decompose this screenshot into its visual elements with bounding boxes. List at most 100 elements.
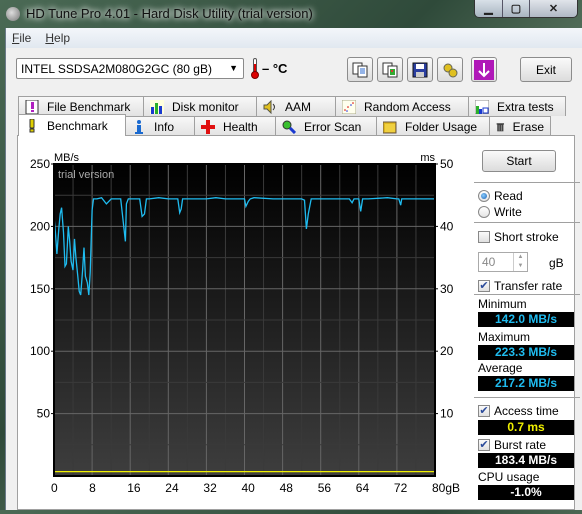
y-tick-label-right: 10 (440, 407, 454, 421)
checkbox-checked-icon: ✔ (478, 280, 490, 292)
window-title: HD Tune Pro 4.01 - Hard Disk Utility (tr… (26, 6, 313, 21)
cpu-usage-value: -1.0% (478, 485, 574, 500)
minimum-value: 142.0 MB/s (478, 312, 574, 327)
tab-label: Error Scan (304, 119, 362, 134)
read-radio[interactable]: Read (478, 189, 523, 203)
checkbox-checked-icon: ✔ (478, 439, 490, 451)
options-icon (443, 63, 458, 77)
x-tick-label: 32 (203, 481, 217, 495)
short-stroke-label: Short stroke (494, 230, 559, 244)
minimize-button[interactable]: ▁ (475, 0, 502, 17)
tab-health[interactable]: Health (194, 116, 276, 136)
tab-erase[interactable]: Erase (489, 116, 551, 136)
write-label: Write (494, 205, 522, 219)
exit-button[interactable]: Exit (520, 57, 572, 82)
stepper-arrows-icon[interactable]: ▲ ▼ (513, 253, 527, 271)
tabs-top-row: File Benchmark Disk monitor AAM Random A… (18, 96, 566, 116)
error-scan-icon (282, 120, 296, 134)
access-time-label: Access time (494, 404, 559, 418)
divider (474, 222, 580, 223)
maximum-label: Maximum (478, 330, 531, 344)
write-radio[interactable]: Write (478, 205, 522, 219)
save-button[interactable] (407, 57, 433, 82)
benchmark-chart: 50 100 150 200 250 10 20 30 40 50 0 8 16 24 32 40 48 56 64… (18, 136, 470, 511)
tab-extra-tests[interactable]: Extra tests (468, 96, 566, 116)
short-stroke-stepper[interactable]: 40 ▲ ▼ (478, 252, 528, 272)
tab-label: Info (154, 119, 175, 134)
app-icon (6, 7, 20, 21)
toolbar: INTEL SSDSA2M080G2GC (80 gB) ▼ – °C Exit (6, 48, 582, 86)
window-controls: ▁ ▢ ✕ (474, 0, 578, 18)
x-tick-label: 56 (318, 481, 332, 495)
menu-help-label: elp (54, 31, 71, 45)
average-value: 217.2 MB/s (478, 376, 574, 391)
trial-watermark: trial version (58, 169, 114, 181)
tabs-bottom-row: Benchmark Info Health Error Scan Folder … (18, 114, 551, 136)
thermometer-icon (251, 58, 259, 79)
y-tick-label-right: 20 (440, 344, 454, 358)
menu-file[interactable]: File (12, 31, 31, 45)
short-stroke-checkbox[interactable]: Short stroke (478, 230, 559, 244)
menu-file-label: ile (19, 31, 32, 45)
tab-error-scan[interactable]: Error Scan (275, 116, 377, 136)
tab-benchmark[interactable]: Benchmark (18, 114, 126, 136)
download-button[interactable] (471, 57, 497, 82)
tab-aam[interactable]: AAM (256, 96, 336, 116)
chart-svg: 50 100 150 200 250 10 20 30 40 50 0 8 16 24 32 40 48 56 64… (30, 152, 460, 495)
tab-info[interactable]: Info (125, 116, 195, 136)
average-label: Average (478, 361, 523, 375)
copy-text-icon (352, 62, 368, 77)
title-bar: HD Tune Pro 4.01 - Hard Disk Utility (tr… (0, 0, 582, 28)
tab-file-benchmark[interactable]: File Benchmark (18, 96, 144, 116)
copy-screenshot-icon (382, 62, 398, 77)
copy-screenshot-button[interactable] (377, 57, 403, 82)
y-tick-label-left: 50 (37, 407, 51, 421)
y-tick-label-right: 40 (440, 219, 454, 233)
app-window: File Help INTEL SSDSA2M080G2GC (80 gB) ▼… (5, 28, 582, 510)
access-time-checkbox[interactable]: ✔ Access time (478, 404, 559, 418)
burst-rate-checkbox[interactable]: ✔ Burst rate (478, 438, 546, 452)
divider (474, 397, 580, 398)
short-stroke-value: 40 (482, 255, 496, 269)
tab-label: Erase (512, 119, 544, 134)
tab-label: Disk monitor (172, 99, 239, 114)
tab-label: Folder Usage (405, 119, 478, 134)
copy-text-button[interactable] (347, 57, 373, 82)
menu-help[interactable]: Help (45, 31, 70, 45)
drive-select[interactable]: INTEL SSDSA2M080G2GC (80 gB) ▼ (16, 58, 244, 79)
exit-label: Exit (535, 62, 556, 77)
x-tick-label: 48 (280, 481, 294, 495)
x-tick-label: 40 (242, 481, 256, 495)
random-access-icon (342, 99, 356, 114)
y-tick-label-left: 200 (30, 219, 50, 233)
close-icon: ✕ (548, 3, 559, 15)
start-button[interactable]: Start (482, 150, 556, 172)
options-button[interactable] (437, 57, 463, 82)
benchmark-icon (29, 118, 35, 132)
read-label: Read (494, 189, 523, 203)
save-icon (412, 62, 428, 77)
divider (474, 294, 580, 295)
checkbox-unchecked-icon (478, 231, 490, 243)
temperature-readout: – °C (262, 61, 288, 76)
y-tick-label-left: 150 (30, 282, 50, 296)
maximize-button[interactable]: ▢ (502, 0, 529, 17)
minimize-icon: ▁ (484, 3, 493, 15)
tab-label: Extra tests (497, 99, 554, 114)
close-button[interactable]: ✕ (529, 0, 577, 17)
x-tick-label: 72 (394, 481, 408, 495)
disk-monitor-icon (150, 99, 164, 114)
radio-selected-icon (478, 190, 490, 202)
tab-label: File Benchmark (47, 99, 131, 114)
start-label: Start (506, 154, 532, 168)
speaker-icon (263, 99, 275, 114)
maximize-icon: ▢ (510, 3, 522, 15)
chevron-down-icon: ▼ (229, 63, 238, 73)
transfer-rate-checkbox[interactable]: ✔ Transfer rate (478, 279, 562, 293)
divider (474, 182, 580, 183)
tab-disk-monitor[interactable]: Disk monitor (143, 96, 257, 116)
minimum-label: Minimum (478, 297, 527, 311)
tab-folder-usage[interactable]: Folder Usage (376, 116, 490, 136)
tab-random-access[interactable]: Random Access (335, 96, 469, 116)
download-icon (474, 59, 494, 80)
